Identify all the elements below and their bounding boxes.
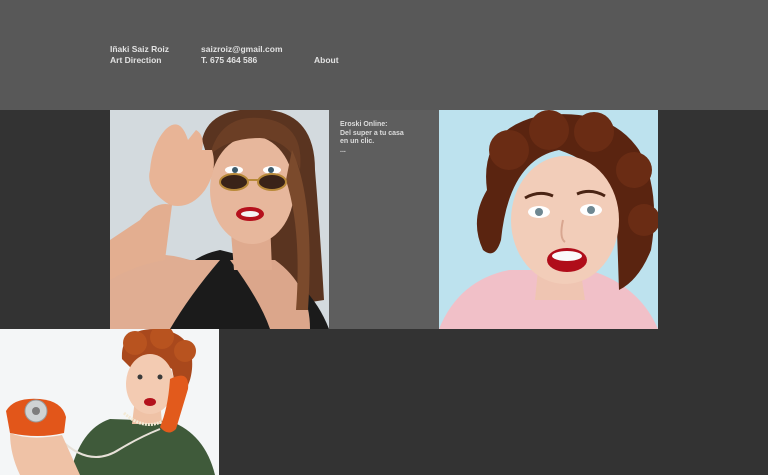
- portfolio-image-telephone[interactable]: [0, 329, 219, 475]
- designer-name: Iñaki Saiz Roiz: [110, 44, 170, 54]
- project-title: Eroski Online:: [340, 121, 388, 128]
- email-link[interactable]: saizroiz@gmail.com: [201, 44, 283, 55]
- project-line-2: en un clic.: [340, 138, 375, 145]
- designer-role: Art Direction: [110, 55, 162, 65]
- photo-retro-woman: [439, 110, 658, 329]
- project-more: ...: [340, 146, 346, 154]
- identity-block: Iñaki Saiz Roiz Art Direction: [110, 44, 169, 66]
- site-header: Iñaki Saiz Roiz Art Direction saizroiz@g…: [0, 0, 768, 110]
- nav-block: About: [314, 55, 339, 66]
- portfolio-image-sunglasses[interactable]: [110, 110, 329, 329]
- contact-block: saizroiz@gmail.com T. 675 464 586: [201, 44, 283, 66]
- phone-number: T. 675 464 586: [201, 55, 258, 65]
- photo-sunglasses-woman: [110, 110, 329, 329]
- about-link[interactable]: About: [314, 55, 339, 66]
- project-caption: Eroski Online: Del super a tu casa en un…: [340, 121, 404, 155]
- project-line-1: Del super a tu casa: [340, 129, 404, 137]
- photo-telephone-woman: [0, 329, 219, 475]
- portfolio-image-retro-smile[interactable]: [439, 110, 658, 329]
- project-caption-tile[interactable]: Eroski Online: Del super a tu casa en un…: [329, 110, 439, 329]
